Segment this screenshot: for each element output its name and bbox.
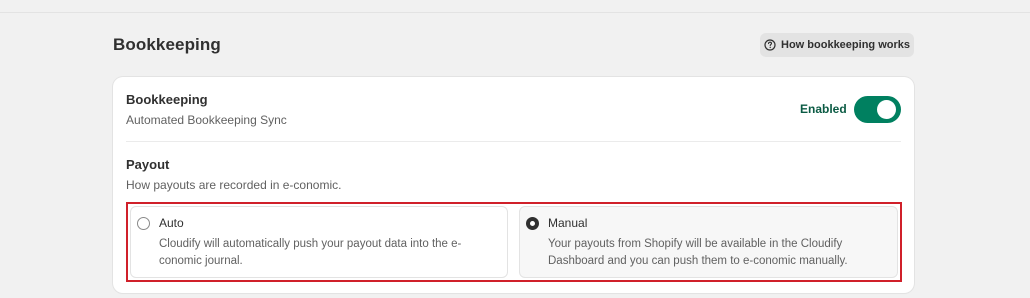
payout-option-manual[interactable]: Manual Your payouts from Shopify will be… bbox=[519, 206, 898, 278]
help-button-label: How bookkeeping works bbox=[781, 39, 910, 51]
sync-status-label: Enabled bbox=[800, 102, 847, 116]
how-bookkeeping-works-button[interactable]: How bookkeeping works bbox=[760, 33, 914, 57]
radio-button-manual[interactable] bbox=[526, 217, 539, 230]
option-description-auto: Cloudify will automatically push your pa… bbox=[159, 238, 462, 267]
bookkeeping-section-subtitle: Automated Bookkeeping Sync bbox=[126, 113, 287, 127]
question-circle-icon bbox=[764, 39, 776, 51]
top-divider bbox=[0, 12, 1030, 13]
bookkeeping-sync-toggle[interactable] bbox=[854, 96, 901, 123]
toggle-knob bbox=[877, 100, 896, 119]
section-divider bbox=[126, 141, 901, 142]
payout-section-subtitle: How payouts are recorded in e-conomic. bbox=[126, 178, 342, 192]
bookkeeping-section-title: Bookkeeping bbox=[126, 92, 208, 107]
payout-option-auto[interactable]: Auto Cloudify will automatically push yo… bbox=[130, 206, 508, 278]
page-title: Bookkeeping bbox=[113, 35, 221, 54]
option-label-manual: Manual bbox=[548, 216, 588, 230]
option-description-manual: Your payouts from Shopify will be availa… bbox=[548, 238, 848, 267]
payout-section-title: Payout bbox=[126, 157, 170, 172]
radio-button-auto[interactable] bbox=[137, 217, 150, 230]
bookkeeping-settings-card: Bookkeeping Automated Bookkeeping Sync E… bbox=[113, 77, 914, 293]
payout-options-highlight: Auto Cloudify will automatically push yo… bbox=[126, 202, 902, 282]
option-label-auto: Auto bbox=[159, 216, 184, 230]
